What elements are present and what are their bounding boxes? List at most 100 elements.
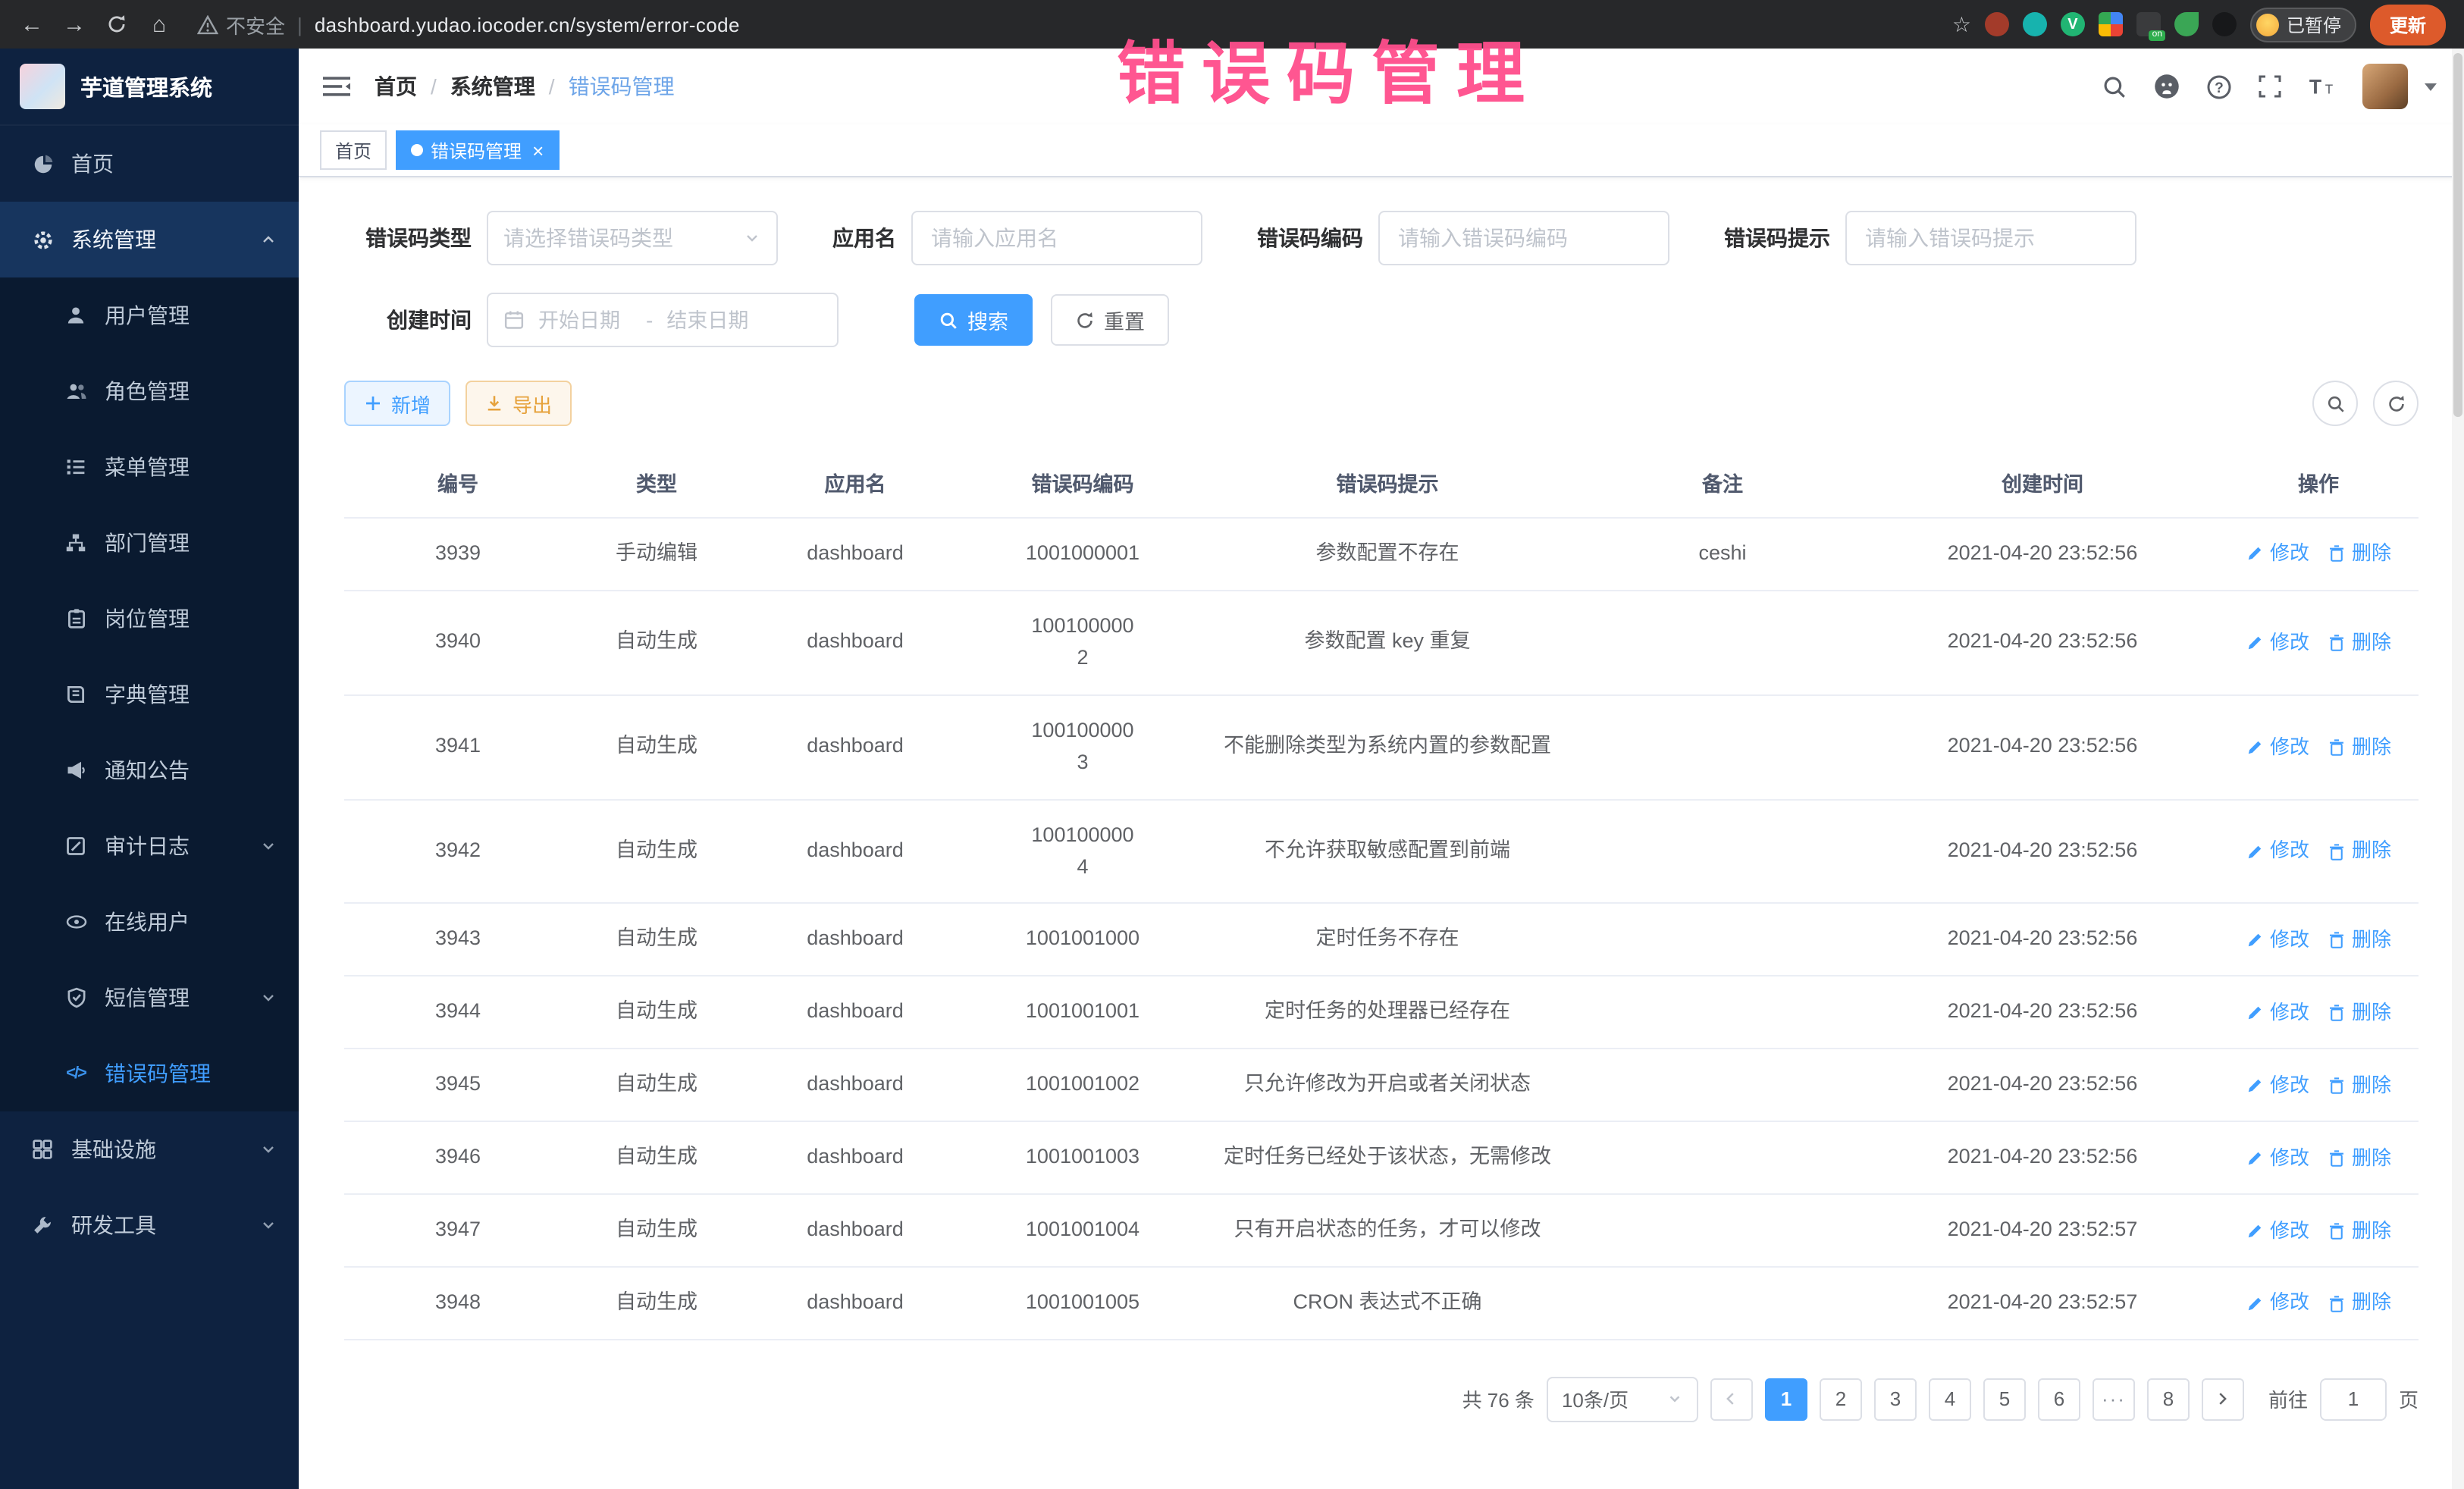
- page-button-8[interactable]: 8: [2147, 1378, 2190, 1421]
- back-icon[interactable]: ←: [12, 5, 52, 44]
- sidebar-item-system[interactable]: 系统管理: [0, 202, 299, 277]
- delete-link[interactable]: 删除: [2328, 998, 2391, 1028]
- breadcrumb-home[interactable]: 首页: [375, 71, 417, 102]
- edit-link[interactable]: 修改: [2246, 539, 2309, 569]
- page-button-5[interactable]: 5: [1983, 1378, 2026, 1421]
- delete-link[interactable]: 删除: [2328, 1070, 2391, 1100]
- chevron-down-icon: [743, 229, 761, 247]
- goto-page-input[interactable]: [2320, 1378, 2387, 1421]
- user-avatar[interactable]: [2362, 64, 2408, 109]
- page-size-select[interactable]: 10条/页: [1547, 1377, 1698, 1422]
- sidebar-item-infrastructure[interactable]: 基础设施: [0, 1111, 299, 1187]
- close-icon[interactable]: ×: [532, 140, 544, 160]
- refresh-table-button[interactable]: [2373, 381, 2419, 426]
- delete-link[interactable]: 删除: [2328, 628, 2391, 658]
- cell-msg: CRON 表达式不正确: [1196, 1268, 1578, 1339]
- cell-code: 1001001002: [969, 1050, 1196, 1121]
- error-message-input[interactable]: [1845, 211, 2136, 265]
- edit-link[interactable]: 修改: [2246, 1288, 2309, 1318]
- scrollbar[interactable]: [2452, 49, 2464, 1489]
- cell-remark: [1578, 623, 1867, 663]
- forward-icon[interactable]: →: [55, 5, 94, 44]
- reload-icon[interactable]: [97, 5, 136, 44]
- cell-app: dashboard: [741, 607, 969, 679]
- prev-page-button[interactable]: [1710, 1378, 1753, 1421]
- pagination: 共 76 条 10条/页 1 2 3 4 5 6 ··· 8: [344, 1377, 2419, 1422]
- sidebar-item-home[interactable]: 首页: [0, 126, 299, 202]
- browser-update-button[interactable]: 更新: [2370, 4, 2446, 45]
- tab-error-code[interactable]: 错误码管理 ×: [396, 130, 559, 170]
- error-code-input[interactable]: [1378, 211, 1669, 265]
- page-button-3[interactable]: 3: [1874, 1378, 1917, 1421]
- page-button-4[interactable]: 4: [1929, 1378, 1971, 1421]
- breadcrumb-system[interactable]: 系统管理: [450, 71, 535, 102]
- delete-link[interactable]: 删除: [2328, 539, 2391, 569]
- delete-link[interactable]: 删除: [2328, 925, 2391, 955]
- search-button[interactable]: 搜索: [914, 294, 1033, 346]
- more-pages-button[interactable]: ···: [2093, 1378, 2135, 1421]
- extension-icon-dark[interactable]: on: [2136, 12, 2161, 36]
- delete-link[interactable]: 删除: [2328, 1288, 2391, 1318]
- cell-actions: 修改 删除: [2218, 1196, 2419, 1265]
- toggle-search-button[interactable]: [2312, 381, 2358, 426]
- extension-icon-v[interactable]: V: [2061, 12, 2085, 36]
- export-button[interactable]: 导出: [466, 381, 572, 426]
- address-bar[interactable]: 不安全 | dashboard.yudao.iocoder.cn/system/…: [197, 10, 1952, 39]
- bookmark-star-icon[interactable]: ☆: [1952, 11, 1971, 37]
- sidebar-item-error-code[interactable]: </> 错误码管理: [0, 1036, 299, 1111]
- edit-link[interactable]: 修改: [2246, 628, 2309, 658]
- sidebar-item-dictionary[interactable]: 字典管理: [0, 657, 299, 732]
- delete-link[interactable]: 删除: [2328, 732, 2391, 762]
- app-name-input[interactable]: [911, 211, 1202, 265]
- font-size-icon[interactable]: TT: [2308, 74, 2337, 99]
- sidebar-item-posts[interactable]: 岗位管理: [0, 581, 299, 657]
- sidebar-item-notices[interactable]: 通知公告: [0, 732, 299, 808]
- col-header-actions: 操作: [2218, 449, 2419, 516]
- edit-link[interactable]: 修改: [2246, 836, 2309, 867]
- reset-button[interactable]: 重置: [1051, 294, 1169, 346]
- next-page-button[interactable]: [2202, 1378, 2244, 1421]
- help-icon[interactable]: ?: [2206, 74, 2232, 99]
- extension-icon-black[interactable]: [2212, 12, 2237, 36]
- search-icon[interactable]: [2102, 74, 2127, 99]
- date-range-picker[interactable]: -: [487, 293, 839, 347]
- sidebar-item-users[interactable]: 用户管理: [0, 277, 299, 353]
- sidebar-item-sms[interactable]: 短信管理: [0, 960, 299, 1036]
- home-icon[interactable]: ⌂: [140, 5, 179, 44]
- edit-link[interactable]: 修改: [2246, 925, 2309, 955]
- tab-home[interactable]: 首页: [320, 130, 387, 170]
- sidebar-item-dev-tools[interactable]: 研发工具: [0, 1187, 299, 1263]
- extension-icon-teal[interactable]: [2023, 12, 2047, 36]
- edit-link[interactable]: 修改: [2246, 1215, 2309, 1246]
- sidebar-item-audit-log[interactable]: 审计日志: [0, 808, 299, 884]
- sidebar-item-roles[interactable]: 角色管理: [0, 353, 299, 429]
- extension-icon-grid[interactable]: [2099, 12, 2123, 36]
- error-type-select[interactable]: 请选择错误码类型: [487, 211, 778, 265]
- github-icon[interactable]: [2153, 73, 2180, 100]
- edit-link[interactable]: 修改: [2246, 1070, 2309, 1100]
- paused-badge[interactable]: 已暂停: [2250, 7, 2356, 42]
- edit-link[interactable]: 修改: [2246, 1143, 2309, 1173]
- sidebar-item-departments[interactable]: 部门管理: [0, 505, 299, 581]
- delete-link[interactable]: 删除: [2328, 1143, 2391, 1173]
- delete-link[interactable]: 删除: [2328, 1215, 2391, 1246]
- page-button-6[interactable]: 6: [2038, 1378, 2080, 1421]
- edit-link[interactable]: 修改: [2246, 998, 2309, 1028]
- caret-down-icon[interactable]: [2425, 83, 2437, 90]
- edit-link[interactable]: 修改: [2246, 732, 2309, 762]
- extension-icon-red[interactable]: [1985, 12, 2009, 36]
- scrollbar-thumb[interactable]: [2453, 53, 2462, 417]
- delete-link[interactable]: 删除: [2328, 836, 2391, 867]
- end-date-input[interactable]: [663, 307, 763, 333]
- sidebar-item-online-users[interactable]: 在线用户: [0, 884, 299, 960]
- page-button-1[interactable]: 1: [1765, 1378, 1807, 1421]
- sidebar-item-menus[interactable]: 菜单管理: [0, 429, 299, 505]
- security-warning[interactable]: 不安全: [197, 10, 285, 39]
- start-date-input[interactable]: [535, 307, 635, 333]
- fullscreen-icon[interactable]: [2258, 74, 2282, 99]
- add-button[interactable]: 新增: [344, 381, 450, 426]
- hamburger-icon[interactable]: [323, 74, 350, 99]
- app-logo[interactable]: 芋道管理系统: [0, 49, 299, 126]
- page-button-2[interactable]: 2: [1820, 1378, 1862, 1421]
- extension-icon-leaf[interactable]: [2174, 12, 2199, 36]
